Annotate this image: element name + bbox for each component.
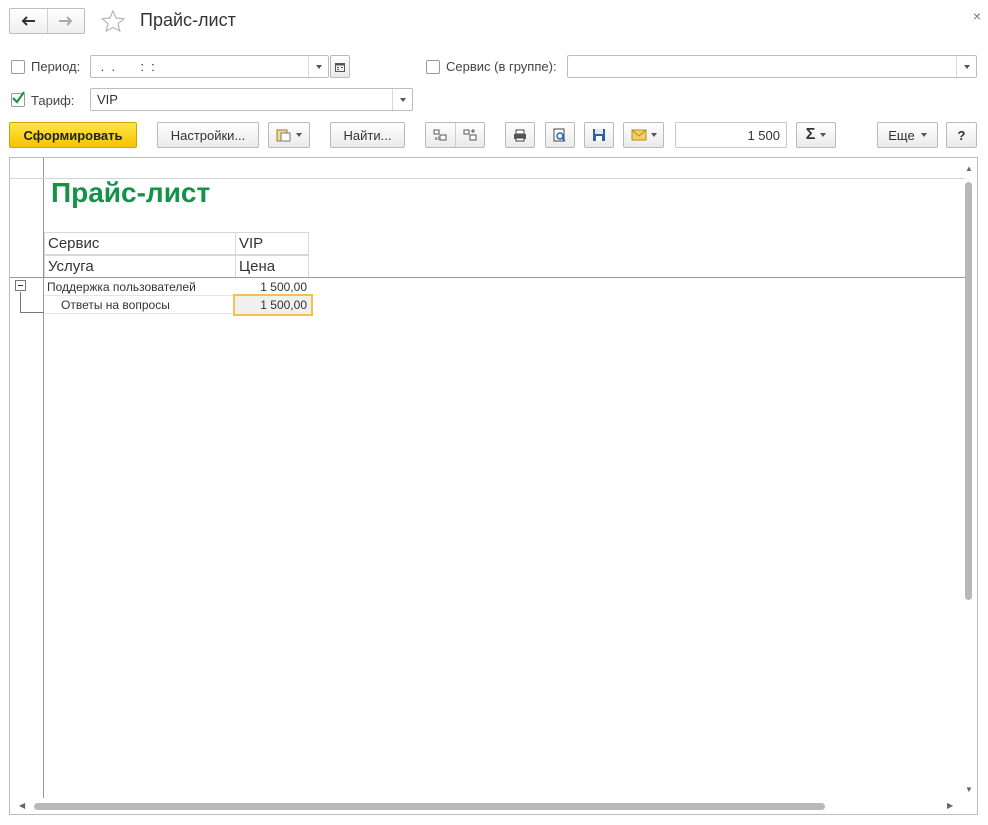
tariff-value: VIP (97, 92, 118, 107)
service-dropdown-button[interactable] (956, 56, 976, 77)
service-checkbox[interactable] (426, 60, 440, 74)
chevron-down-icon (296, 133, 302, 137)
chevron-down-icon (315, 64, 322, 69)
print-button[interactable] (505, 122, 535, 148)
chevron-down-icon (920, 133, 927, 137)
row-group-name[interactable]: Поддержка пользователей (47, 280, 235, 294)
more-button[interactable]: Еще (877, 122, 938, 148)
collapse-groups-button[interactable]: ab (426, 123, 455, 147)
chevron-down-icon (963, 64, 970, 69)
sum-value-field[interactable]: 1 500 (675, 122, 787, 148)
column-header-service: Услуга (44, 255, 236, 278)
collapse-groups-icon: ab (433, 129, 447, 141)
period-label: Период: (31, 59, 81, 74)
collapse-group-icon[interactable] (15, 280, 26, 291)
close-icon[interactable]: × (970, 9, 984, 23)
header-service-label: Сервис (44, 232, 236, 255)
printer-icon (514, 129, 526, 141)
grid-line (44, 295, 236, 296)
save-button[interactable] (584, 122, 614, 148)
back-button[interactable] (10, 9, 47, 33)
expand-groups-button[interactable] (456, 123, 485, 147)
tariff-checkbox[interactable] (11, 91, 25, 107)
report-title: Прайс-лист (51, 177, 211, 208)
svg-text:ab: ab (435, 136, 441, 141)
chevron-down-icon (820, 133, 827, 137)
tariff-dropdown-button[interactable] (392, 89, 412, 110)
scroll-left-icon[interactable]: ◀ (19, 801, 25, 810)
group-buttons: ab (425, 122, 485, 148)
envelope-icon (631, 129, 646, 141)
history-nav (9, 8, 85, 34)
row-group-price[interactable]: 1 500,00 (235, 280, 307, 294)
variants-button[interactable] (268, 122, 310, 148)
chevron-down-icon (650, 133, 657, 137)
chevron-down-icon (399, 97, 406, 102)
report-variants-icon (276, 129, 291, 142)
period-checkbox[interactable] (11, 60, 25, 74)
period-value: . . : : (97, 59, 155, 74)
period-dropdown-button[interactable] (308, 56, 328, 77)
horizontal-scrollbar-thumb[interactable] (34, 803, 825, 810)
arrow-left-icon (21, 16, 36, 26)
sigma-icon: Σ (805, 126, 816, 143)
tariff-label: Тариф: (31, 93, 75, 108)
calendar-button[interactable] (330, 55, 350, 78)
print-preview-icon (553, 128, 566, 142)
service-field[interactable] (567, 55, 977, 78)
period-field[interactable]: . . : : (90, 55, 329, 78)
grid-line (44, 313, 236, 314)
row-item-name[interactable]: Ответы на вопросы (61, 298, 235, 312)
tree-line (20, 292, 21, 312)
vertical-scrollbar-thumb[interactable] (965, 182, 972, 600)
settings-button[interactable]: Настройки... (157, 122, 259, 148)
calendar-icon (335, 62, 345, 72)
favorite-star-icon[interactable] (100, 9, 126, 33)
send-email-button[interactable] (623, 122, 664, 148)
window-title: Прайс-лист (140, 10, 236, 30)
checkmark-icon (12, 91, 25, 104)
help-button[interactable]: ? (946, 122, 977, 148)
more-label: Еще (888, 127, 915, 143)
generate-button[interactable]: Сформировать (9, 122, 137, 148)
service-label: Сервис (в группе): (446, 59, 557, 74)
expand-groups-icon (463, 129, 477, 141)
scroll-down-icon[interactable]: ▼ (965, 785, 973, 794)
selected-cell-price[interactable]: 1 500,00 (233, 294, 313, 316)
tariff-field[interactable]: VIP (90, 88, 413, 111)
scroll-up-icon[interactable]: ▲ (965, 164, 973, 173)
report-spreadsheet[interactable]: Прайс-лист Сервис VIP Услуга Цена Поддер… (9, 157, 978, 815)
scroll-right-icon[interactable]: ▶ (947, 801, 953, 810)
header-bottom-line (10, 277, 965, 278)
preview-button[interactable] (545, 122, 575, 148)
tree-line (20, 312, 44, 313)
find-button[interactable]: Найти... (330, 122, 405, 148)
column-header-price: Цена (235, 255, 309, 278)
sum-mode-button[interactable]: Σ (796, 122, 836, 148)
arrow-right-icon (58, 16, 73, 26)
forward-button[interactable] (46, 9, 85, 33)
header-service-value: VIP (235, 232, 309, 255)
floppy-disk-icon (593, 129, 605, 141)
